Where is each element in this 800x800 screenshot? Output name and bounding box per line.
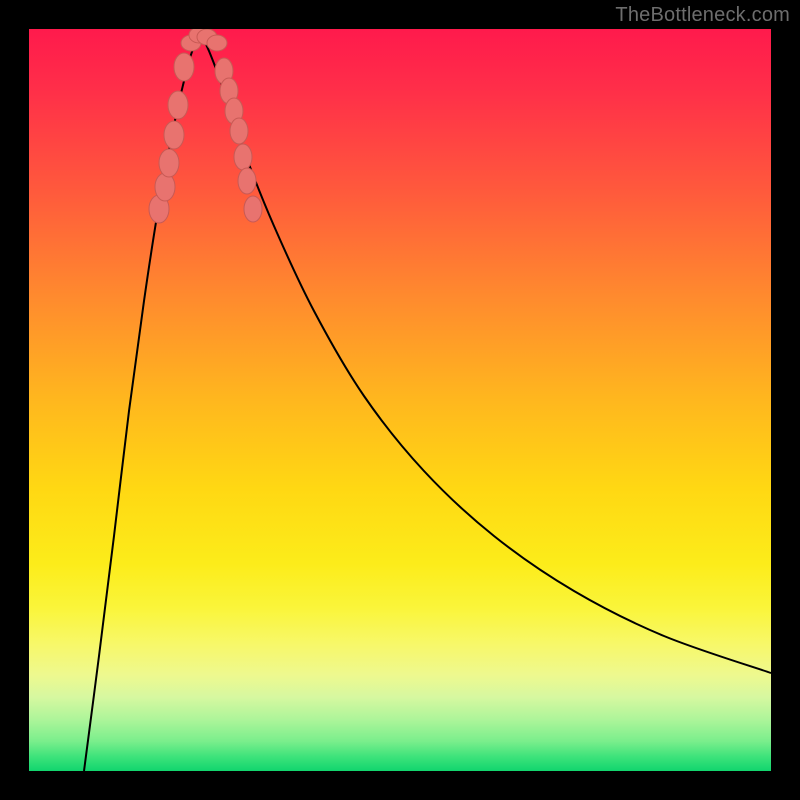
data-point	[155, 173, 175, 201]
bottleneck-curve	[29, 29, 771, 771]
data-point	[234, 144, 252, 170]
chart-frame: TheBottleneck.com	[0, 0, 800, 800]
data-point	[168, 91, 188, 119]
data-point	[244, 196, 262, 222]
curve-bottleneck-curve-right	[199, 31, 771, 673]
data-point	[207, 35, 227, 51]
plot-area	[29, 29, 771, 771]
data-point	[174, 53, 194, 81]
data-point	[159, 149, 179, 177]
data-point	[164, 121, 184, 149]
watermark-text: TheBottleneck.com	[615, 4, 790, 27]
data-point	[238, 168, 256, 194]
data-point	[230, 118, 248, 144]
